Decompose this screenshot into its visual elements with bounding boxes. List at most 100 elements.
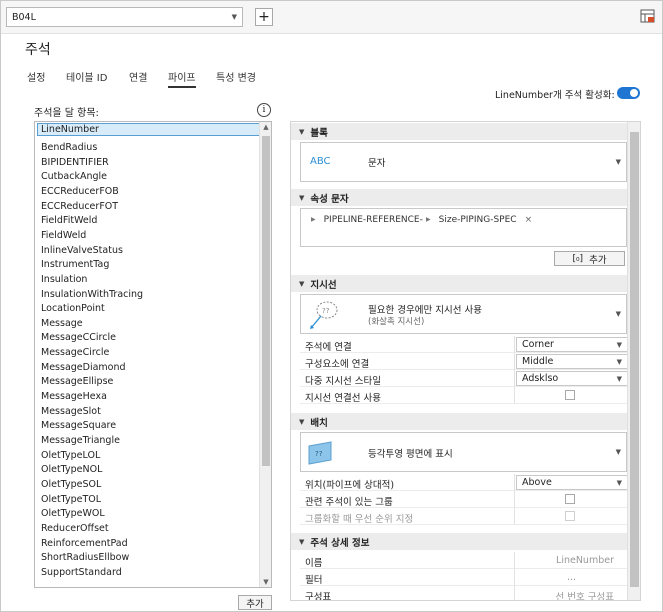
section-attribute-text[interactable]: ▼ 속성 문자 <box>291 189 628 206</box>
property-label: 관련 주석이 있는 그룹 <box>305 497 393 508</box>
tab-table-id[interactable]: 테이블 ID <box>66 69 107 84</box>
properties-scroll-thumb[interactable] <box>630 132 639 587</box>
svg-text:??: ?? <box>322 307 330 315</box>
property-label: 지시선 연결선 사용 <box>305 393 381 404</box>
property-row: 관련 주석이 있는 그룹 <box>300 491 628 508</box>
property-row: 필터 ... <box>300 569 628 586</box>
section-leader-title: 지시선 <box>310 279 337 291</box>
scheme-value: 선 번호 구성표 <box>555 592 614 601</box>
connect-to-component-dropdown[interactable]: Middle ▼ <box>514 353 628 370</box>
chevron-down-icon: ▼ <box>616 357 622 366</box>
list-item[interactable]: MessageDiamond <box>41 362 126 373</box>
scroll-up-icon[interactable]: ▲ <box>260 123 271 131</box>
property-row: 주석에 연결 Corner ▼ <box>300 336 628 353</box>
export-sheet-icon[interactable] <box>640 8 656 24</box>
list-item[interactable]: ReducerOffset <box>41 523 109 534</box>
section-placement-title: 배치 <box>310 417 328 429</box>
connect-to-annotation-dropdown[interactable]: Corner ▼ <box>514 336 628 353</box>
collapse-icon: ▼ <box>299 537 305 546</box>
dropdown-value: Adsklso <box>522 373 559 384</box>
chevron-down-icon: ▼ <box>615 158 621 166</box>
tab-settings[interactable]: 설정 <box>27 69 45 84</box>
list-item[interactable]: ECCReducerFOB <box>41 186 119 197</box>
leader-mode-sub: (화살촉 지시선) <box>368 317 425 327</box>
list-item[interactable]: ShortRadiusEllbow <box>41 552 129 563</box>
annotation-name-value: LineNumber <box>556 555 614 566</box>
property-label: 구성요소에 연결 <box>305 359 370 370</box>
list-item[interactable]: InstrumentTag <box>41 259 109 270</box>
list-item[interactable]: OletTypeSOL <box>41 479 101 490</box>
section-block[interactable]: ▼ 블록 <box>291 123 628 140</box>
collapse-icon: ▼ <box>299 279 305 288</box>
tab-connection[interactable]: 연결 <box>129 69 147 84</box>
list-item[interactable]: OletTypeLOL <box>41 450 100 461</box>
collapse-icon: ▼ <box>299 127 305 136</box>
list-item[interactable]: OletTypeNOL <box>41 464 102 475</box>
leader-mode-main: 필요한 경우에만 지시선 사용 <box>368 305 482 316</box>
list-item[interactable]: InlineValveStatus <box>41 245 123 256</box>
list-item[interactable]: FieldWeld <box>41 230 86 241</box>
group-priority-checkbox[interactable] <box>565 511 575 521</box>
annotate-items-list[interactable]: LineNumber BendRadius BIPIDENTIFIER Cutbac… <box>34 121 272 588</box>
attribute-chip[interactable]: ▶ Size-PIPING-SPEC × <box>426 212 532 227</box>
group-related-checkbox[interactable] <box>565 494 575 504</box>
tab-property-change[interactable]: 특성 변경 <box>216 69 256 84</box>
property-label: 구성표 <box>305 592 332 601</box>
leader-mode-selector[interactable]: ?? 필요한 경우에만 지시선 사용 (화살촉 지시선) ▼ <box>300 294 627 334</box>
multileader-style-dropdown[interactable]: Adsklso ▼ <box>514 370 628 387</box>
chevron-down-icon: ▼ <box>616 374 622 383</box>
list-scroll-thumb[interactable] <box>262 136 270 466</box>
position-relative-dropdown[interactable]: Above ▼ <box>514 474 628 491</box>
list-item[interactable]: MessageCircle <box>41 347 109 358</box>
list-item[interactable]: OletTypeWOL <box>41 508 105 519</box>
add-attribute-button[interactable]: [₀] 추가 <box>554 251 625 266</box>
list-item[interactable]: MessageTriangle <box>41 435 120 446</box>
list-item[interactable]: FieldFitWeld <box>41 215 97 226</box>
use-landing-checkbox[interactable] <box>565 390 575 400</box>
block-value: 문자 <box>368 158 386 169</box>
scroll-down-icon[interactable]: ▼ <box>260 578 271 586</box>
svg-text:??: ?? <box>315 450 323 458</box>
info-icon[interactable]: i <box>257 103 271 117</box>
section-annotation-details[interactable]: ▼ 주석 상세 정보 <box>291 533 628 550</box>
add-item-button[interactable]: 추가 <box>238 595 272 610</box>
list-item[interactable]: CutbackAngle <box>41 171 107 182</box>
close-icon[interactable]: × <box>525 215 533 225</box>
list-item[interactable]: BendRadius <box>41 142 97 153</box>
list-item[interactable]: MessageHexa <box>41 391 107 402</box>
section-block-title: 블록 <box>310 127 328 139</box>
tab-pipe[interactable]: 파이프 <box>168 69 196 88</box>
list-item[interactable]: Message <box>41 318 83 329</box>
add-style-button[interactable]: + <box>255 8 273 26</box>
enable-annotation-toggle[interactable] <box>617 87 640 99</box>
isometric-plane-icon: ?? <box>307 440 333 469</box>
annotate-items-heading: 주석을 달 항목: <box>34 108 99 119</box>
list-item[interactable]: LocationPoint <box>41 303 105 314</box>
filter-browse-button[interactable]: ... <box>567 572 576 583</box>
list-item[interactable]: Insulation <box>41 274 87 285</box>
attribute-chip[interactable]: ▶ PIPELINE-REFERENCE- <box>311 212 423 227</box>
section-leader[interactable]: ▼ 지시선 <box>291 275 628 292</box>
list-item[interactable]: MessageCCircle <box>41 332 116 343</box>
block-selector[interactable]: ABC 문자 ▼ <box>300 142 627 182</box>
list-item[interactable]: MessageSlot <box>41 406 101 417</box>
list-item[interactable]: MessageSquare <box>41 420 116 431</box>
list-item-selected[interactable]: LineNumber <box>41 124 99 135</box>
section-placement[interactable]: ▼ 배치 <box>291 413 628 430</box>
collapse-icon: ▼ <box>299 417 305 426</box>
properties-scrollbar[interactable] <box>627 122 640 600</box>
list-item[interactable]: InsulationWithTracing <box>41 289 143 300</box>
property-label: 필터 <box>305 575 323 586</box>
list-item[interactable]: ECCReducerFOT <box>41 201 118 212</box>
placement-mode-main: 등각투영 평면에 표시 <box>368 449 453 460</box>
list-item[interactable]: MessageEllipse <box>41 376 113 387</box>
list-item[interactable]: SupportStandard <box>41 567 122 578</box>
list-scrollbar[interactable]: ▲ ▼ <box>259 122 271 587</box>
property-row: 지시선 연결선 사용 <box>300 387 628 404</box>
list-item[interactable]: OletTypeTOL <box>41 494 101 505</box>
list-item[interactable]: BIPIDENTIFIER <box>41 157 109 168</box>
placement-mode-selector[interactable]: ?? 등각투영 평면에 표시 ▼ <box>300 432 627 472</box>
style-dropdown[interactable]: B04L ▼ <box>6 7 243 27</box>
list-item[interactable]: ReinforcementPad <box>41 538 128 549</box>
attribute-chips-box[interactable]: ▶ PIPELINE-REFERENCE- ▶ Size-PIPING-SPEC… <box>300 208 627 247</box>
